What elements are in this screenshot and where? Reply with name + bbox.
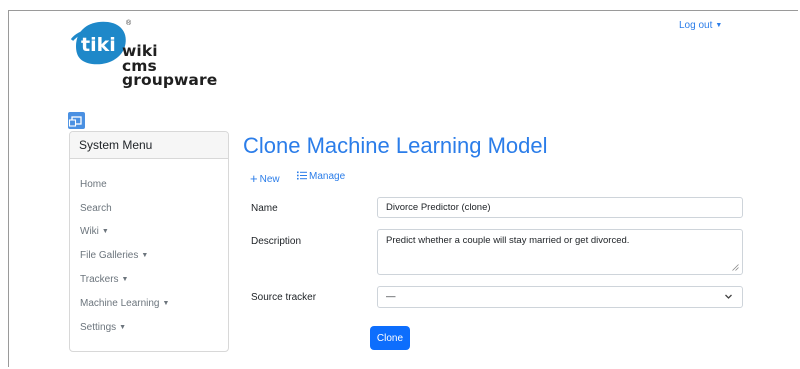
sidebar-item-machine-learning[interactable]: Machine Learning ▼ — [80, 298, 169, 309]
logo-wordmark: wiki cms groupware — [122, 44, 217, 88]
sidebar-item-settings[interactable]: Settings ▼ — [80, 322, 126, 333]
site-logo[interactable]: tiki ® wiki cms groupware — [70, 18, 220, 100]
caret-down-icon: ▼ — [715, 22, 723, 29]
menu-toggle-icon[interactable] — [68, 112, 85, 129]
svg-text:tiki: tiki — [81, 34, 116, 56]
resize-handle-icon[interactable] — [732, 264, 739, 271]
tiki-badge-icon: tiki — [70, 21, 126, 65]
source-tracker-value: — — [386, 291, 396, 302]
name-input[interactable]: Divorce Predictor (clone) — [377, 197, 743, 218]
window-icon — [68, 116, 82, 127]
logout-dropdown[interactable]: Log out ▼ — [679, 20, 722, 31]
description-textarea[interactable]: Predict whether a couple will stay marri… — [377, 229, 743, 275]
system-menu-title: System Menu — [70, 132, 228, 159]
registered-mark: ® — [126, 20, 132, 27]
chevron-down-icon — [725, 294, 732, 299]
new-button[interactable]: + New — [250, 171, 280, 186]
caret-down-icon: ▼ — [101, 228, 109, 235]
manage-button[interactable]: Manage — [297, 171, 345, 182]
sidebar-item-wiki[interactable]: Wiki ▼ — [80, 226, 109, 237]
logo-line-groupware: groupware — [122, 71, 218, 89]
caret-down-icon: ▼ — [119, 324, 127, 331]
logout-label: Log out — [679, 20, 713, 31]
caret-down-icon: ▼ — [162, 300, 170, 307]
system-menu: System Menu Home Search Wiki ▼ File Galle… — [69, 131, 229, 352]
name-label: Name — [251, 203, 278, 214]
page-title: Clone Machine Learning Model — [243, 133, 548, 158]
caret-down-icon: ▼ — [141, 252, 149, 259]
sidebar-item-home[interactable]: Home — [80, 179, 107, 190]
plus-icon: + — [250, 171, 258, 186]
sidebar-item-trackers[interactable]: Trackers ▼ — [80, 274, 128, 285]
sidebar-item-file-galleries[interactable]: File Galleries ▼ — [80, 250, 148, 261]
sidebar-item-search[interactable]: Search — [80, 203, 112, 214]
description-text: Predict whether a couple will stay marri… — [386, 235, 630, 246]
source-tracker-select[interactable]: — — [377, 286, 743, 308]
description-label: Description — [251, 236, 302, 247]
list-icon — [297, 171, 307, 180]
caret-down-icon: ▼ — [121, 276, 129, 283]
source-tracker-label: Source tracker — [251, 292, 317, 303]
clone-button[interactable]: Clone — [370, 326, 410, 350]
